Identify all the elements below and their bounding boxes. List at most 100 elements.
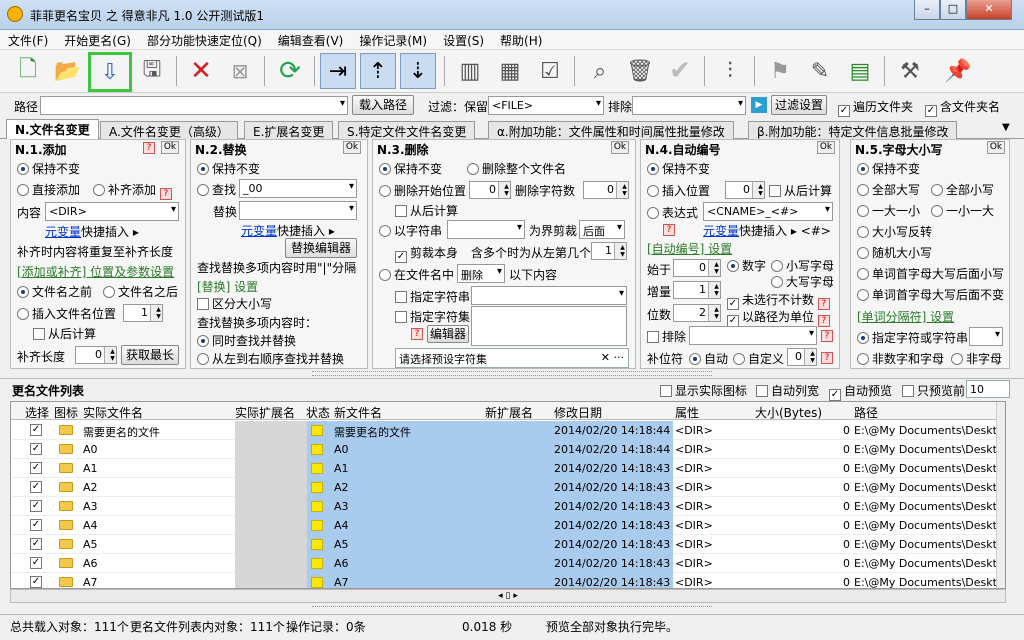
load-path-button[interactable]: 载入路径	[352, 95, 414, 115]
all-upper-radio[interactable]: 全部大写	[857, 181, 920, 198]
exclude-input[interactable]	[689, 326, 817, 345]
sliders-icon[interactable]: ⫶	[712, 53, 748, 89]
replace-editor-button[interactable]: 替换编辑器	[285, 238, 357, 258]
side-select[interactable]: 后面	[579, 220, 625, 239]
delete-all-radio[interactable]: 删除整个文件名	[467, 160, 566, 177]
after-name-radio[interactable]: 文件名之后	[103, 283, 178, 300]
specified-set-textarea[interactable]	[471, 306, 627, 346]
refresh-icon[interactable]: ⟳	[272, 53, 308, 89]
custom-pad-radio[interactable]: 自定义	[733, 350, 784, 367]
separator-select[interactable]	[969, 327, 1003, 346]
tab-filename-advanced[interactable]: A.文件名变更（高级）	[100, 121, 238, 139]
editor-button[interactable]: 编辑器	[427, 325, 469, 343]
tab-file-info-change[interactable]: β.附加功能：特定文件信息批量修改	[748, 121, 958, 139]
keep-radio[interactable]: 保持不变	[647, 160, 710, 177]
tools-icon[interactable]: ⚒	[892, 53, 928, 89]
specified-set-checkbox[interactable]: 指定字符集	[395, 308, 470, 325]
move-up-icon[interactable]: ⇡	[360, 53, 396, 89]
insert-position-radio[interactable]: 插入文件名位置	[17, 305, 116, 322]
all-lower-radio[interactable]: 全部小写	[931, 181, 994, 198]
content-input[interactable]: <DIR>	[45, 202, 179, 221]
word-capital-keep-radio[interactable]: 单词首字母大写后面不变	[857, 286, 1004, 303]
digits-spinner[interactable]: 2	[673, 304, 721, 322]
row-select-checkbox[interactable]: ✓	[30, 500, 42, 512]
row-select-checkbox[interactable]: ✓	[30, 424, 42, 436]
checklist-icon[interactable]: ☑	[532, 53, 568, 89]
help-icon[interactable]: ?	[821, 330, 833, 342]
auto-pad-radio[interactable]: 自动	[689, 350, 728, 367]
delete-start-spinner[interactable]: 0	[469, 181, 511, 199]
column-grid-icon[interactable]: ▦	[492, 53, 528, 89]
new-file-icon[interactable]: 🗋	[10, 53, 46, 89]
table-row[interactable]: ✓ A1 A1 2014/02/20 14:18:43 <DIR> 0 E:\@My Doc…	[11, 459, 1005, 478]
step-spinner[interactable]: 1	[673, 281, 721, 299]
row-select-checkbox[interactable]: ✓	[30, 557, 42, 569]
col-size[interactable]: 大小(Bytes)	[755, 404, 822, 421]
menu-settings[interactable]: 设置(S)	[435, 30, 492, 49]
minimize-button[interactable]: –	[914, 0, 940, 20]
auto-width-checkbox[interactable]: 自动列宽	[756, 382, 819, 399]
specified-string-input[interactable]	[471, 286, 627, 305]
trash-check-icon[interactable]: 🗑	[622, 53, 658, 89]
maximize-button[interactable]: □	[940, 0, 966, 20]
ok-button[interactable]: Ok	[817, 141, 835, 154]
insert-position-spinner[interactable]: 0	[725, 181, 765, 199]
help-icon[interactable]: ?	[821, 352, 833, 364]
digits-radio[interactable]: 数字	[727, 257, 766, 274]
delete-count-spinner[interactable]: 0	[583, 181, 629, 199]
pad-add-radio[interactable]: 补齐添加 ?	[93, 181, 172, 200]
tab-filename-change[interactable]: N.文件名变更	[6, 119, 99, 139]
tab-attribute-change[interactable]: α.附加功能：文件属性和时间属性批量修改	[488, 121, 734, 139]
insert-position-spinner[interactable]: 1	[123, 304, 163, 322]
meta-variable-link[interactable]: 元变量	[241, 224, 277, 238]
filter-keep-input[interactable]: <FILE>	[488, 96, 604, 115]
col-attribute[interactable]: 属性	[675, 404, 699, 421]
search-icon[interactable]: ⌕	[582, 53, 618, 89]
expression-radio[interactable]: 表达式	[647, 204, 698, 221]
delete-icon[interactable]: ✕	[183, 53, 219, 89]
col-path[interactable]: 路径	[854, 404, 878, 421]
help-icon[interactable]: ?	[143, 142, 155, 154]
random-case-radio[interactable]: 随机大小写	[857, 244, 932, 261]
specified-char-radio[interactable]: 指定字符或字符串	[857, 329, 968, 346]
before-name-radio[interactable]: 文件名之前	[17, 283, 92, 300]
action-select[interactable]: 删除	[457, 264, 505, 283]
menu-file[interactable]: 文件(F)	[0, 30, 56, 49]
from-back-checkbox[interactable]: 从后计算	[33, 325, 96, 342]
tab-scroll-icon[interactable]: ▼	[1002, 122, 1010, 133]
col-actual-ext[interactable]: 实际扩展名	[235, 404, 295, 421]
row-select-checkbox[interactable]: ✓	[30, 481, 42, 493]
col-modified[interactable]: 修改日期	[554, 404, 602, 421]
sequential-radio[interactable]: 从左到右顺序查找并替换	[197, 350, 344, 367]
move-right-icon[interactable]: ⇥	[320, 53, 356, 89]
simultaneous-radio[interactable]: 同时查找并替换	[197, 332, 296, 349]
move-down-icon[interactable]: ⇣	[400, 53, 436, 89]
apply-filter-icon[interactable]: ▶	[751, 97, 767, 113]
word-capital-lower-radio[interactable]: 单词首字母大写后面小写	[857, 265, 1004, 282]
auto-preview-checkbox[interactable]: ✓ 自动预览	[829, 382, 892, 401]
replace-input[interactable]	[239, 201, 357, 220]
clear-icon[interactable]: ⊠	[222, 53, 258, 89]
row-select-checkbox[interactable]: ✓	[30, 519, 42, 531]
specified-string-checkbox[interactable]: 指定字符串	[395, 288, 470, 305]
row-select-checkbox[interactable]: ✓	[30, 443, 42, 455]
find-radio[interactable]: 查找	[197, 181, 236, 198]
keep-radio[interactable]: 保持不变	[379, 160, 442, 177]
start-spinner[interactable]: 0	[673, 259, 721, 277]
by-path-checkbox[interactable]: ✓ 以路径为单位 ?	[727, 308, 830, 327]
delete-start-radio[interactable]: 删除开始位置	[379, 182, 466, 199]
ok-button[interactable]: Ok	[343, 141, 361, 154]
tab-extension-change[interactable]: E.扩展名变更	[244, 121, 334, 139]
vertical-scrollbar[interactable]	[996, 402, 1005, 588]
col-select[interactable]: 选择	[25, 404, 49, 421]
rename-file-list[interactable]: 选择 图标 实际文件名 实际扩展名 状态 新文件名 新扩展名 修改日期 属性 大…	[10, 401, 1006, 589]
table-row[interactable]: ✓ A2 A2 2014/02/20 14:18:43 <DIR> 0 E:\@My Doc…	[11, 478, 1005, 497]
menu-quick-locate[interactable]: 部分功能快速定位(Q)	[139, 30, 270, 49]
splitter-handle[interactable]	[312, 371, 712, 376]
col-icon[interactable]: 图标	[54, 404, 78, 421]
include-folder-name-checkbox[interactable]: ✓ 含文件夹名	[925, 98, 1000, 117]
table-row[interactable]: ✓ A0 A0 2014/02/20 14:18:44 <DIR> 0 E:\@My Doc…	[11, 440, 1005, 459]
non-alnum-radio[interactable]: 非数字和字母	[857, 350, 944, 367]
get-longest-button[interactable]: 获取最长	[121, 345, 179, 365]
table-row[interactable]: ✓ A7 A7 2014/02/20 14:18:43 <DIR> 0 E:\@My Doc…	[11, 573, 1005, 588]
